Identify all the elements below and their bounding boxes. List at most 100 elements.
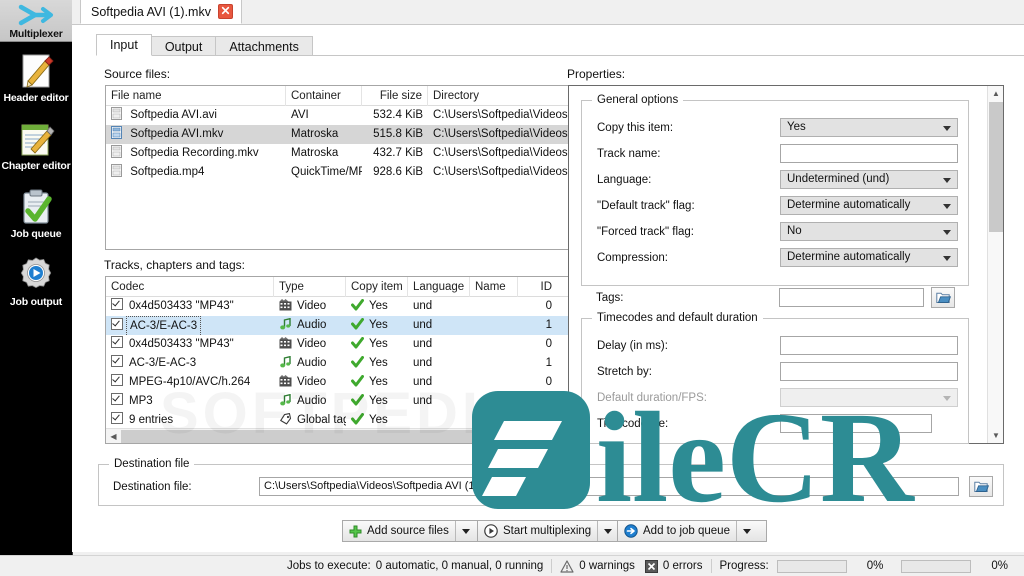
col-language[interactable]: Language bbox=[408, 277, 470, 297]
table-row[interactable]: AC-3/E-AC-3 Audio Yes und 1 bbox=[106, 354, 594, 373]
scroll-thumb[interactable] bbox=[989, 102, 1003, 232]
label-destination-file: Destination file: bbox=[113, 481, 192, 493]
sidebar-item-job-queue[interactable]: Job queue bbox=[0, 178, 72, 246]
cell-container: AVI bbox=[291, 109, 309, 121]
divider bbox=[710, 559, 712, 573]
input-track-name[interactable] bbox=[780, 144, 958, 163]
add-source-files-button[interactable]: Add source files bbox=[342, 520, 487, 542]
input-timecode-file[interactable] bbox=[780, 414, 932, 433]
combo-forced-track-flag[interactable]: No bbox=[780, 222, 958, 241]
table-row[interactable]: AC-3/E-AC-3 Audio Yes und 1 bbox=[106, 316, 594, 335]
source-files-list[interactable]: File name Container File size Directory … bbox=[105, 85, 595, 250]
status-warnings[interactable]: 0 warnings bbox=[579, 560, 635, 572]
combo-forced-track-flag-value: No bbox=[787, 225, 802, 237]
sidebar-item-header-editor[interactable]: Header editor bbox=[0, 42, 72, 110]
label-compression: Compression: bbox=[597, 252, 668, 264]
col-codec[interactable]: Codec bbox=[106, 277, 274, 297]
add-to-job-queue-dropdown[interactable] bbox=[735, 521, 751, 541]
timecodes-group: Timecodes and default duration Delay (in… bbox=[581, 312, 969, 444]
tab-attachments[interactable]: Attachments bbox=[215, 36, 313, 56]
scroll-up-icon[interactable]: ▲ bbox=[988, 86, 1004, 101]
cell-codec: AC-3/E-AC-3 bbox=[129, 357, 197, 369]
table-row[interactable]: Softpedia AVI.mkv Matroska 515.8 KiB C:\… bbox=[106, 125, 594, 144]
combo-language[interactable]: Undetermined (und) bbox=[780, 170, 958, 189]
cell-codec: 9 entries bbox=[129, 414, 174, 426]
sidebar-item-job-output[interactable]: Job output bbox=[0, 246, 72, 314]
file-icon bbox=[111, 164, 122, 177]
add-to-job-queue-button[interactable]: Add to job queue bbox=[617, 520, 767, 542]
combo-compression[interactable]: Determine automatically bbox=[780, 248, 958, 267]
chevron-down-icon bbox=[943, 256, 951, 261]
chevron-down-icon bbox=[461, 528, 470, 534]
audio-icon bbox=[279, 317, 292, 330]
tab-attachments-label: Attachments bbox=[229, 39, 299, 54]
scroll-thumb-h[interactable] bbox=[121, 430, 559, 443]
table-row[interactable]: MP3 Audio Yes und bbox=[106, 392, 594, 411]
sidebar-item-chapter-editor[interactable]: Chapter editor bbox=[0, 110, 72, 178]
table-row[interactable]: Softpedia Recording.mkv Matroska 432.7 K… bbox=[106, 144, 594, 163]
combo-copy-this-item[interactable]: Yes bbox=[780, 118, 958, 137]
checkbox-copy[interactable] bbox=[111, 393, 123, 405]
chapter-editor-icon bbox=[0, 118, 72, 160]
tracks-list[interactable]: Codec Type Copy item Language Name ID 0x… bbox=[105, 276, 595, 444]
tracks-horizontal-scrollbar[interactable]: ◀ ▶ bbox=[106, 428, 594, 443]
cell-type: Audio bbox=[297, 357, 327, 369]
input-delay[interactable] bbox=[780, 336, 958, 355]
table-row[interactable]: Softpedia AVI.avi AVI 532.4 KiB C:\Users… bbox=[106, 106, 594, 125]
cell-file-size: 532.4 KiB bbox=[373, 109, 423, 121]
cell-id bbox=[518, 392, 556, 411]
cell-language: und bbox=[413, 376, 433, 388]
close-icon[interactable] bbox=[217, 4, 233, 19]
start-multiplexing-button[interactable]: Start multiplexing bbox=[477, 520, 632, 542]
table-row[interactable]: 0x4d503433 "MP43" Video Yes und 0 bbox=[106, 297, 594, 316]
col-container[interactable]: Container bbox=[286, 86, 362, 106]
cell-type: Video bbox=[297, 300, 327, 312]
cell-copy: Yes bbox=[369, 338, 388, 350]
checkbox-copy[interactable] bbox=[111, 374, 123, 386]
checkbox-copy[interactable] bbox=[111, 298, 123, 310]
checkbox-copy[interactable] bbox=[111, 336, 123, 348]
folder-open-icon bbox=[935, 292, 951, 303]
main-area: Softpedia AVI (1).mkv Input Output Attac… bbox=[72, 0, 1024, 552]
col-file-size[interactable]: File size bbox=[362, 86, 428, 106]
table-row[interactable]: 0x4d503433 "MP43" Video Yes und 0 bbox=[106, 335, 594, 354]
properties-scrollbar[interactable]: ▲ ▼ bbox=[987, 86, 1003, 443]
sidebar-item-multiplexer[interactable]: Multiplexer bbox=[0, 0, 72, 42]
checkbox-copy[interactable] bbox=[111, 355, 123, 367]
combo-default-track-flag[interactable]: Determine automatically bbox=[780, 196, 958, 215]
combo-language-value: Undetermined (und) bbox=[787, 173, 890, 185]
table-row[interactable]: MPEG-4p10/AVC/h.264 Video Yes und 0 bbox=[106, 373, 594, 392]
input-destination-file[interactable]: C:\Users\Softpedia\Videos\Softpedia AVI … bbox=[259, 477, 959, 496]
sidebar-label-chapter-editor: Chapter editor bbox=[1, 160, 71, 172]
tags-browse-button[interactable] bbox=[931, 287, 955, 308]
status-errors[interactable]: 0 errors bbox=[663, 560, 703, 572]
scroll-left-icon[interactable]: ◀ bbox=[106, 429, 121, 443]
col-id[interactable]: ID bbox=[518, 277, 556, 297]
checkbox-copy[interactable] bbox=[111, 412, 123, 424]
label-timecode-file: Timecode file: bbox=[597, 418, 669, 430]
chevron-down-icon bbox=[943, 126, 951, 131]
scroll-down-icon[interactable]: ▼ bbox=[988, 428, 1004, 443]
audio-icon bbox=[279, 355, 292, 368]
destination-browse-button[interactable] bbox=[969, 476, 993, 497]
tab-input-label: Input bbox=[110, 38, 138, 52]
cell-id: 1 bbox=[545, 319, 552, 331]
col-copy-item[interactable]: Copy item bbox=[346, 277, 408, 297]
folder-open-icon bbox=[973, 481, 989, 492]
tab-output[interactable]: Output bbox=[150, 36, 217, 56]
document-tab-label: Softpedia AVI (1).mkv bbox=[91, 4, 211, 19]
col-name[interactable]: Name bbox=[470, 277, 518, 297]
add-source-files-dropdown[interactable] bbox=[454, 521, 470, 541]
tab-input[interactable]: Input bbox=[96, 34, 152, 56]
start-multiplexing-dropdown[interactable] bbox=[597, 521, 613, 541]
input-tags[interactable] bbox=[779, 288, 924, 307]
cell-language: und bbox=[413, 357, 433, 369]
document-tab[interactable]: Softpedia AVI (1).mkv bbox=[80, 0, 242, 24]
col-file-name[interactable]: File name bbox=[106, 86, 286, 106]
properties-panel: General options Copy this item: Yes Trac… bbox=[568, 85, 1004, 444]
cell-type: Audio bbox=[297, 395, 327, 407]
col-type[interactable]: Type bbox=[274, 277, 346, 297]
input-stretch-by[interactable] bbox=[780, 362, 958, 381]
table-row[interactable]: Softpedia.mp4 QuickTime/MP4 928.6 KiB C:… bbox=[106, 163, 594, 182]
checkbox-copy[interactable] bbox=[111, 318, 123, 330]
